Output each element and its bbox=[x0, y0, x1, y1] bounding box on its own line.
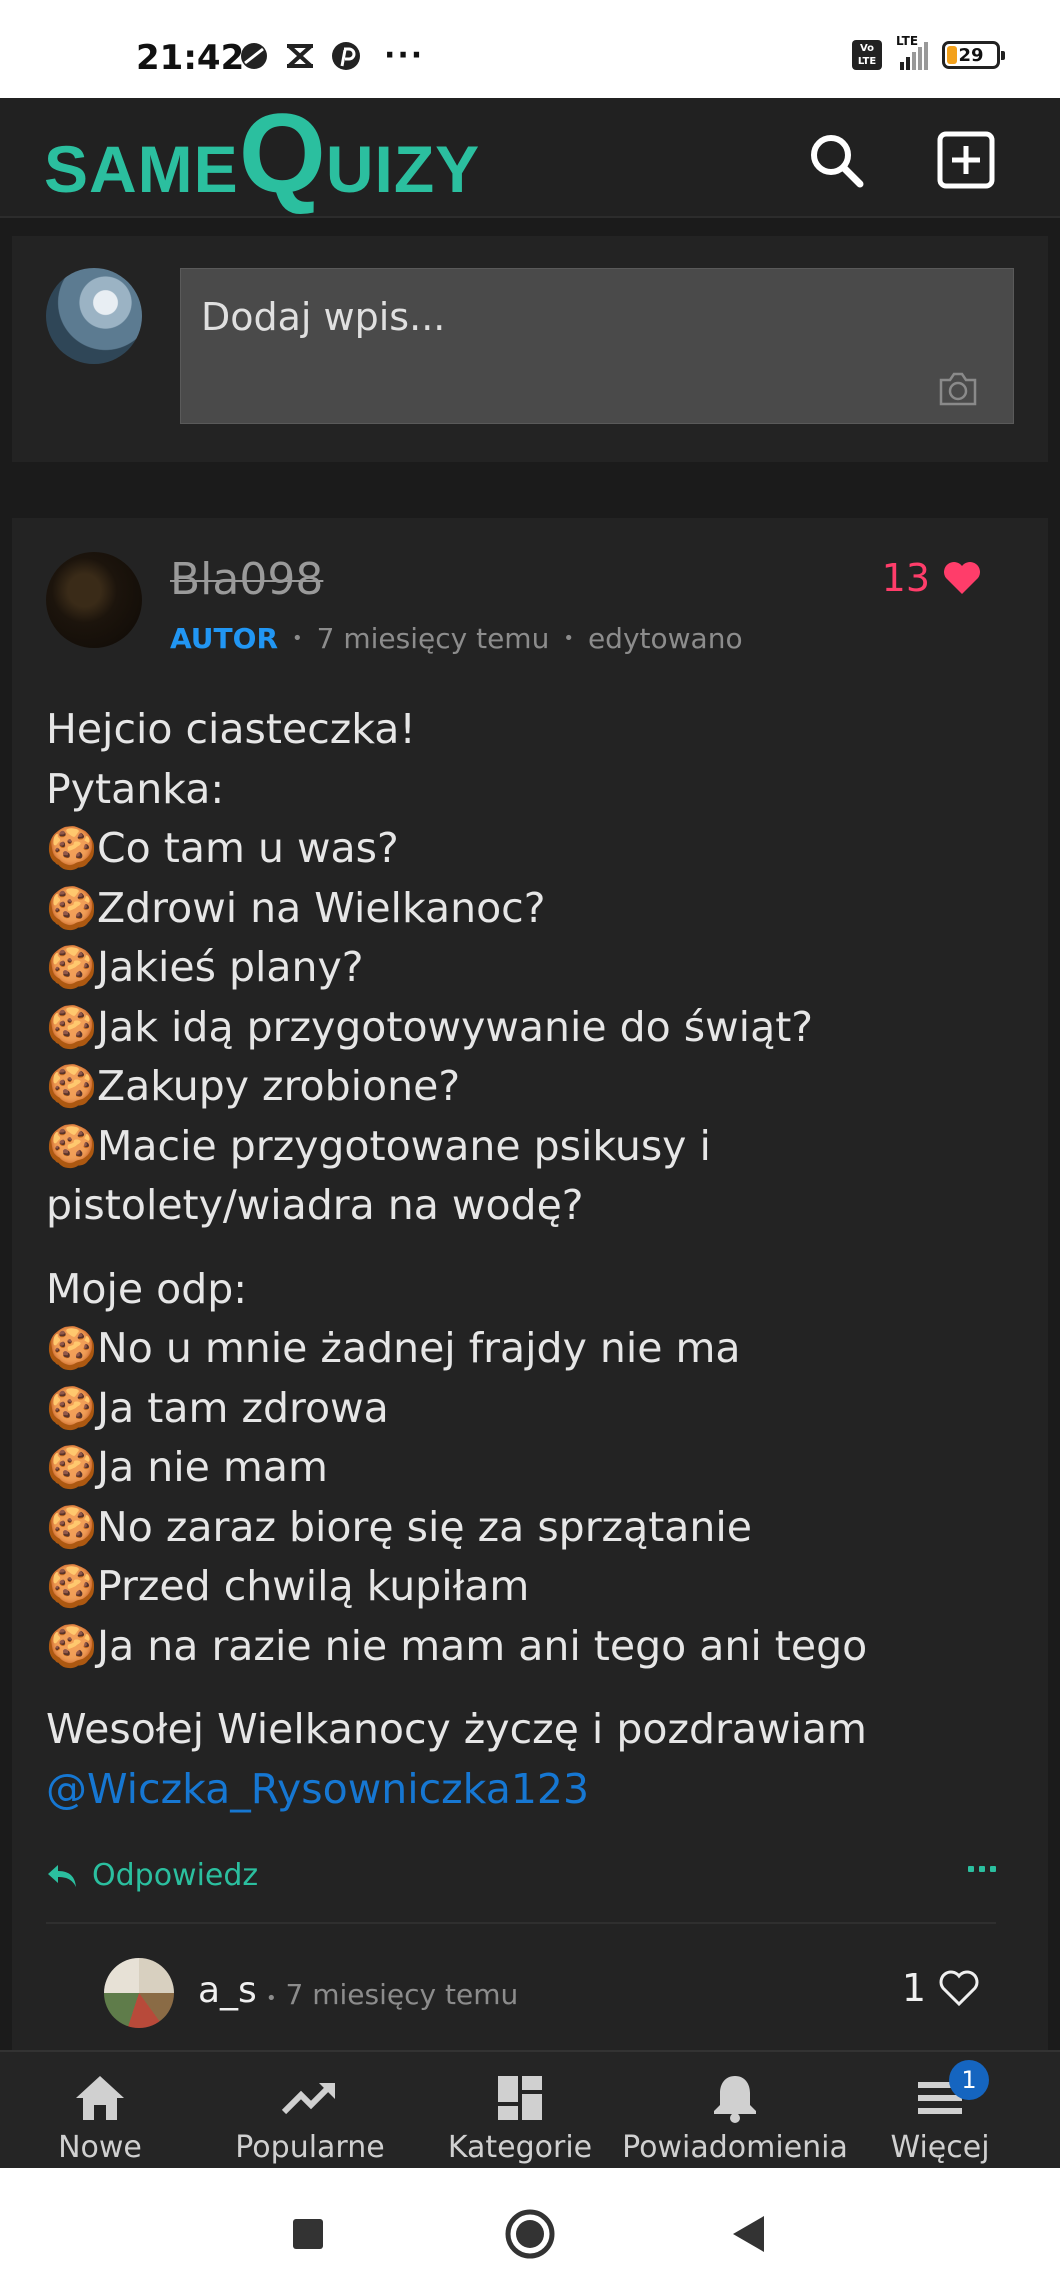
more-notifications-icon: ··· bbox=[384, 38, 425, 73]
square-icon bbox=[293, 2219, 323, 2249]
current-user-avatar[interactable] bbox=[46, 268, 142, 364]
content-line: 🍪Macie przygotowane psikusy i pistolety/… bbox=[46, 1121, 711, 1230]
battery-icon: 29 bbox=[942, 41, 1005, 69]
search-icon bbox=[811, 135, 864, 188]
comment-like-button[interactable]: 1 bbox=[902, 1966, 980, 2010]
like-count: 13 bbox=[881, 556, 930, 600]
content-line: 🍪Zdrowi na Wielkanoc? bbox=[46, 883, 546, 932]
recents-button[interactable] bbox=[280, 2206, 336, 2262]
heart-filled-icon bbox=[944, 562, 980, 594]
battery-level: 29 bbox=[958, 44, 984, 66]
comment-item: a_s • 7 miesięcy temu 1 bbox=[12, 1958, 1048, 2042]
pinterest-icon bbox=[330, 40, 362, 72]
content-line: 🍪Zakupy zrobione? bbox=[46, 1062, 461, 1110]
post-content: Hejcio ciasteczka! Pytanka: 🍪Co tam u wa… bbox=[46, 700, 1016, 1819]
nav-item-powiadomienia[interactable]: Powiadomienia bbox=[622, 2052, 848, 2170]
status-time: 21:42 bbox=[136, 38, 245, 78]
compose-card: Dodaj wpis... bbox=[12, 236, 1048, 462]
content-line: 🍪Co tam u was? bbox=[46, 824, 399, 872]
post-actions: Odpowiedz bbox=[46, 1852, 996, 1902]
author-name[interactable]: Bla098 bbox=[170, 554, 323, 605]
camera-icon[interactable] bbox=[937, 371, 979, 411]
more-options-icon[interactable] bbox=[968, 1866, 996, 1872]
bottom-navigation: Nowe Popularne Kategorie Powiadomienia 1… bbox=[0, 2050, 1060, 2170]
comment-meta: • 7 miesięcy temu bbox=[266, 1978, 519, 2011]
user-mention-link[interactable]: @Wiczka_Rysowniczka123 bbox=[46, 1765, 589, 1813]
content-line: 🍪Jakieś plany? bbox=[46, 943, 364, 991]
notification-icons: ··· bbox=[238, 40, 424, 72]
reply-button[interactable]: Odpowiedz bbox=[46, 1858, 258, 1893]
system-indicators: Vo LTE LTE 29 bbox=[852, 34, 1005, 70]
post-input[interactable]: Dodaj wpis... bbox=[180, 268, 1014, 424]
status-bar: 21:42 ··· Vo LTE LTE 29 bbox=[0, 0, 1060, 98]
commenter-avatar[interactable] bbox=[104, 1958, 174, 2028]
content-line: Pytanka: bbox=[46, 764, 225, 813]
nav-item-kategorie[interactable]: Kategorie bbox=[440, 2052, 600, 2170]
divider bbox=[46, 1922, 996, 1924]
comment-like-count: 1 bbox=[901, 1966, 926, 2010]
add-box-icon bbox=[937, 131, 995, 189]
edited-label: edytowano bbox=[587, 622, 743, 655]
content-line: 🍪Przed chwilą kupiłam bbox=[46, 1562, 530, 1610]
app-notification-icon bbox=[238, 40, 270, 72]
network-label: LTE bbox=[896, 34, 919, 48]
content-line: Hejcio ciasteczka! bbox=[46, 705, 416, 753]
heart-outline-icon bbox=[939, 1970, 979, 2007]
author-badge: AUTOR bbox=[170, 622, 279, 655]
trending-icon bbox=[281, 2070, 339, 2126]
bell-icon bbox=[712, 2070, 758, 2126]
system-navigation-bar bbox=[0, 2168, 1060, 2296]
nav-item-popularne[interactable]: Popularne bbox=[230, 2052, 390, 2170]
content-line: 🍪Ja tam zdrowa bbox=[46, 1383, 389, 1432]
author-avatar[interactable] bbox=[46, 552, 142, 648]
samequizy-logo[interactable]: SAMEQUIZY bbox=[44, 98, 480, 210]
reply-label: Odpowiedz bbox=[92, 1858, 259, 1893]
post-card: Bla098 AUTOR • 7 miesięcy temu • edytowa… bbox=[12, 518, 1048, 2050]
post-time: 7 miesięcy temu bbox=[316, 622, 550, 655]
post-input-placeholder: Dodaj wpis... bbox=[201, 295, 446, 339]
post-meta: AUTOR • 7 miesięcy temu • edytowano bbox=[170, 622, 743, 655]
comment-time: 7 miesięcy temu bbox=[285, 1978, 519, 2011]
content-line: 🍪Ja na razie nie mam ani tego ani tego bbox=[46, 1621, 868, 1670]
back-button[interactable] bbox=[720, 2206, 776, 2262]
volte-icon: Vo LTE bbox=[852, 40, 882, 70]
notification-badge: 1 bbox=[949, 2060, 989, 2100]
home-system-button[interactable] bbox=[502, 2206, 558, 2262]
menu-icon: 1 bbox=[917, 2060, 989, 2126]
commenter-name[interactable]: a_s bbox=[198, 1970, 257, 2011]
dashboard-icon bbox=[497, 2070, 543, 2126]
content-line: 🍪Jak idą przygotowywanie do świąt? bbox=[46, 1002, 814, 1051]
content-line: 🍪Ja nie mam bbox=[46, 1443, 328, 1491]
content-line: Moje odp: bbox=[46, 1264, 248, 1313]
app-header: SAMEQUIZY bbox=[0, 98, 1060, 218]
add-quiz-button[interactable] bbox=[934, 128, 998, 192]
reply-icon bbox=[48, 1864, 76, 1887]
content-line: Wesołej Wielkanocy życzę i pozdrawiam bbox=[46, 1705, 867, 1753]
like-button[interactable]: 13 bbox=[882, 556, 982, 600]
back-triangle-icon bbox=[733, 2216, 764, 2252]
nav-item-nowe[interactable]: Nowe bbox=[30, 2052, 170, 2170]
app-notification-icon bbox=[284, 40, 316, 72]
content-line: 🍪No u mnie żadnej frajdy nie ma bbox=[46, 1324, 741, 1372]
circle-icon bbox=[505, 2209, 555, 2259]
signal-icon: LTE bbox=[896, 34, 928, 70]
home-icon bbox=[73, 2070, 127, 2126]
content-line: 🍪No zaraz biorę się za sprzątanie bbox=[46, 1502, 753, 1551]
search-button[interactable] bbox=[804, 128, 868, 192]
nav-item-wiecej[interactable]: 1 Więcej bbox=[880, 2052, 1000, 2170]
